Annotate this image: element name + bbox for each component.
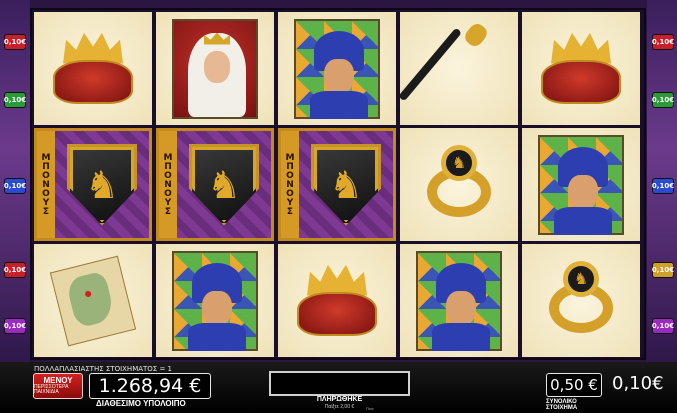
crown-icon <box>53 30 133 108</box>
payline-badge: 0,10€ <box>652 262 674 278</box>
knight-shield-icon: ♞ <box>189 143 259 226</box>
symbol-crown <box>278 244 396 357</box>
reel-5: ♞ <box>522 12 640 358</box>
symbol-scepter <box>398 12 518 125</box>
reel-1: ΜΠΟΝΟΥΣ ♞ <box>34 12 152 358</box>
symbol-map <box>34 244 152 357</box>
ring-icon: ♞ <box>419 144 499 225</box>
crown-icon <box>297 262 377 340</box>
queen-icon <box>172 18 258 119</box>
total-bet-button[interactable]: 0,50 € <box>546 373 602 397</box>
balance-value: 1.268,94 € <box>98 375 202 397</box>
balance-label: ΔΙΑΘΕΣΙΜΟ ΥΠΟΛΟΙΠΟ <box>96 399 186 408</box>
menu-button[interactable]: ΜΕΝΟΥ ΠΕΡΙΣΣΟΤΕΡΑ ΠΑΙΧΝΙΔΙΑ <box>33 373 83 399</box>
right-payline-panel: 0,10€ 0,10€ 0,10€ 0,10€ 0,10€ <box>647 0 677 370</box>
map-icon <box>49 255 137 346</box>
symbol-bonus: ΜΠΟΝΟΥΣ ♞ <box>278 128 396 241</box>
bet-info-text: Παίξτε 2,00 € <box>324 404 355 410</box>
win-label: ΠΛΗΡΩΘΗΚΕ <box>316 396 363 403</box>
scepter-icon <box>398 20 499 114</box>
balance-display: 1.268,94 € <box>89 373 211 399</box>
jester-icon <box>294 18 380 119</box>
jester-icon <box>538 134 624 235</box>
knight-shield-icon: ♞ <box>67 143 137 226</box>
bet-multiplier-text: ΠΟΛΛΑΠΛΑΣΙΑΣΤΗΣ ΣΤΟΙΧΗΜΑΤΟΣ = 1 <box>34 365 173 373</box>
ring-icon: ♞ <box>541 260 621 341</box>
jester-icon <box>416 250 502 351</box>
symbol-jester <box>400 244 518 357</box>
crown-icon <box>541 30 621 108</box>
knight-shield-icon: ♞ <box>311 143 381 226</box>
mini-label: Ποσ <box>366 406 374 411</box>
symbol-jester <box>278 12 396 125</box>
reels-frame: ΜΠΟΝΟΥΣ ♞ ΜΠΟΝΟΥΣ ♞ ΜΠΟΝΟΥΣ ♞ ♞ ♞ <box>30 8 646 360</box>
payline-badge: 0,10€ <box>652 318 674 334</box>
symbol-jester <box>156 244 274 357</box>
bonus-label: ΜΠΟΝΟΥΣ <box>37 131 55 238</box>
reel-3: ΜΠΟΝΟΥΣ ♞ <box>278 12 396 358</box>
payline-badge: 0,10€ <box>4 318 26 334</box>
symbol-bonus: ΜΠΟΝΟΥΣ ♞ <box>156 128 274 241</box>
symbol-ring: ♞ <box>522 244 640 357</box>
payline-badge: 0,10€ <box>4 178 26 194</box>
symbol-crown <box>522 12 640 125</box>
total-bet-value: 0,50 € <box>550 376 598 394</box>
total-bet-label: ΣΥΝΟΛΙΚΟ ΣΤΟΙΧΗΜΑ <box>546 399 578 411</box>
payline-badge: 0,10€ <box>652 92 674 108</box>
payline-badge: 0,10€ <box>4 262 26 278</box>
reel-2: ΜΠΟΝΟΥΣ ♞ <box>156 12 274 358</box>
menu-sublabel: ΠΕΡΙΣΣΟΤΕΡΑ ΠΑΙΧΝΙΔΙΑ <box>34 383 69 395</box>
symbol-crown <box>34 12 152 125</box>
reel-4: ♞ <box>398 12 518 358</box>
symbol-queen <box>156 12 274 125</box>
payline-badge: 0,10€ <box>652 178 674 194</box>
symbol-ring: ♞ <box>400 128 518 241</box>
bonus-label: ΜΠΟΝΟΥΣ <box>159 131 177 238</box>
bonus-label: ΜΠΟΝΟΥΣ <box>281 131 299 238</box>
payline-badge: 0,10€ <box>4 92 26 108</box>
win-display <box>269 371 410 396</box>
line-bet-value[interactable]: 0,10€ <box>612 373 664 394</box>
payline-badge: 0,10€ <box>4 34 26 50</box>
payline-badge: 0,10€ <box>652 34 674 50</box>
symbol-bonus: ΜΠΟΝΟΥΣ ♞ <box>34 128 152 241</box>
jester-icon <box>172 250 258 351</box>
left-payline-panel: 0,10€ 0,10€ 0,10€ 0,10€ 0,10€ <box>0 0 30 370</box>
symbol-jester <box>522 128 640 241</box>
